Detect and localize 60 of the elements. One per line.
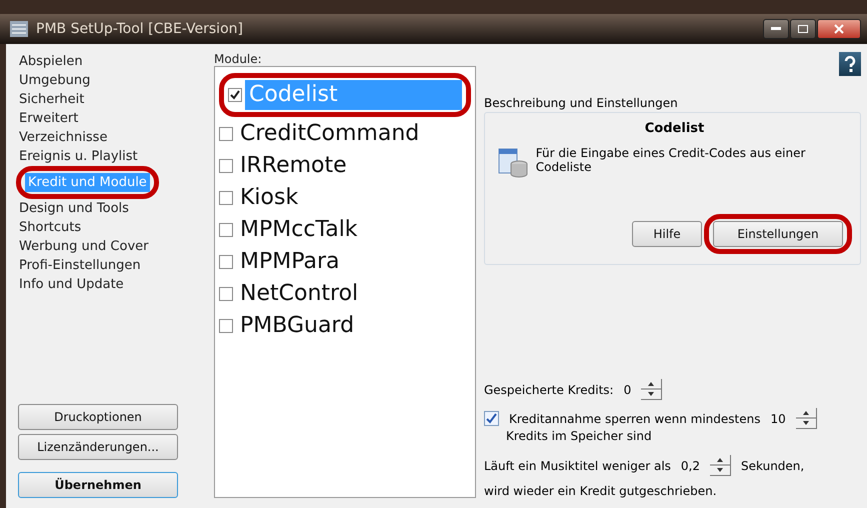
document-database-icon bbox=[497, 146, 528, 178]
sidebar-item[interactable]: Shortcuts bbox=[16, 218, 84, 237]
minimize-button[interactable] bbox=[763, 19, 789, 39]
sidebar-item[interactable]: Umgebung bbox=[16, 71, 94, 90]
sidebar-item[interactable]: Info und Update bbox=[16, 275, 127, 294]
spin-buttons[interactable] bbox=[641, 379, 662, 400]
close-button[interactable] bbox=[817, 19, 861, 39]
module-item[interactable]: MPMccTalk bbox=[236, 215, 362, 245]
module-description: Für die Eingabe eines Credit-Codes aus einer Codeliste bbox=[536, 146, 806, 176]
setting-label: Läuft ein Musiktitel weniger als bbox=[484, 458, 671, 472]
setting-label: Kreditannahme sperren wenn mindestens bbox=[509, 412, 760, 426]
maximize-icon bbox=[798, 25, 808, 33]
check-icon bbox=[486, 413, 497, 424]
setting-label: Sekunden, bbox=[741, 458, 804, 472]
checkbox[interactable] bbox=[484, 411, 499, 426]
checkbox[interactable] bbox=[219, 127, 233, 141]
spin-value[interactable]: 10 bbox=[770, 412, 786, 426]
dialog-button[interactable]: Hilfe bbox=[632, 221, 702, 247]
sidebar-item[interactable]: Abspielen bbox=[16, 52, 86, 71]
maximize-button[interactable] bbox=[790, 19, 816, 39]
module-item[interactable]: PMBGuard bbox=[236, 311, 358, 341]
setting-label: wird wieder ein Kredit gutgeschrieben. bbox=[484, 484, 717, 498]
module-item[interactable]: IRRemote bbox=[236, 151, 351, 181]
sidebar-item[interactable]: Erweitert bbox=[16, 109, 82, 128]
checkbox[interactable] bbox=[219, 255, 233, 269]
group-title: Beschreibung und Einstellungen bbox=[484, 96, 679, 110]
spin-value[interactable]: 0 bbox=[624, 382, 632, 396]
window-title: PMB SetUp-Tool [CBE-Version] bbox=[36, 21, 244, 37]
module-item[interactable]: Kiosk bbox=[236, 183, 302, 213]
dialog-button[interactable]: Einstellungen bbox=[713, 221, 843, 247]
checkbox[interactable] bbox=[219, 191, 233, 205]
module-item[interactable]: NetControl bbox=[236, 279, 362, 309]
help-icon[interactable] bbox=[839, 52, 861, 76]
sidebar-item[interactable]: Verzeichnisse bbox=[16, 128, 110, 147]
app-icon bbox=[10, 21, 28, 37]
checkbox[interactable] bbox=[219, 287, 233, 301]
minimize-icon bbox=[771, 27, 781, 31]
sidebar-button[interactable]: Übernehmen bbox=[18, 472, 178, 498]
spin-buttons[interactable] bbox=[710, 455, 732, 476]
spin-buttons[interactable] bbox=[796, 408, 817, 429]
module-item[interactable]: CreditCommand bbox=[236, 119, 424, 149]
check-icon bbox=[230, 90, 240, 100]
setting-label: Gespeicherte Kredits: bbox=[484, 382, 614, 396]
checkbox[interactable] bbox=[219, 159, 233, 173]
sidebar-item[interactable]: Ereignis u. Playlist bbox=[16, 147, 141, 166]
setting-label: Kredits im Speicher sind bbox=[506, 429, 652, 443]
sidebar-item[interactable]: Profi-Einstellungen bbox=[16, 256, 144, 275]
sidebar-item[interactable]: Werbung und Cover bbox=[16, 237, 152, 256]
close-icon bbox=[834, 24, 844, 34]
sidebar-item[interactable]: Sicherheit bbox=[16, 90, 88, 109]
sidebar-button[interactable]: Druckoptionen bbox=[18, 404, 178, 430]
sidebar-button[interactable]: Lizenzänderungen... bbox=[18, 434, 178, 460]
module-title: Codelist bbox=[644, 121, 704, 136]
checkbox[interactable] bbox=[219, 319, 233, 333]
module-item[interactable]: MPMPara bbox=[236, 247, 344, 277]
list-label: Module: bbox=[214, 52, 263, 66]
checkbox[interactable] bbox=[228, 88, 242, 102]
sidebar-item[interactable]: Design und Tools bbox=[16, 199, 132, 218]
checkbox[interactable] bbox=[219, 223, 233, 237]
spin-value[interactable]: 0,2 bbox=[680, 458, 700, 472]
